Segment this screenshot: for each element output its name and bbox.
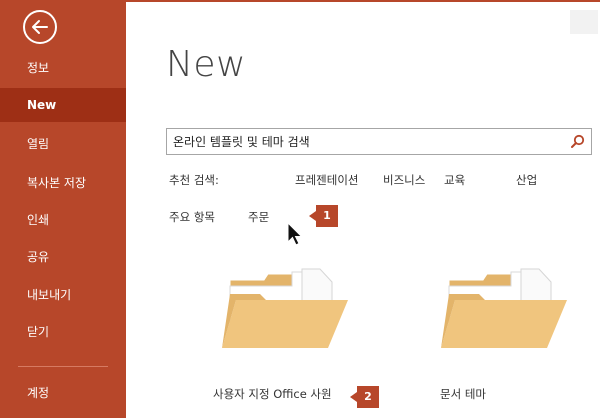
nav-close[interactable]: 닫기 <box>0 315 126 349</box>
backstage-sidebar: 정보 New 열림 복사본 저장 인쇄 공유 내보내기 닫기 계정 <box>0 0 126 418</box>
nav-share[interactable]: 공유 <box>0 240 126 274</box>
search-input[interactable] <box>173 131 563 152</box>
document-themes-label[interactable]: 문서 테마 <box>440 386 486 402</box>
nav-account[interactable]: 계정 <box>0 376 126 410</box>
document-themes-tile[interactable] <box>433 262 583 357</box>
folder-icon <box>222 268 348 348</box>
nav-open[interactable]: 열림 <box>0 127 126 161</box>
tab-featured[interactable]: 주요 항목 <box>169 209 215 225</box>
callout-badge-2: 2 <box>350 386 379 408</box>
search-icon[interactable] <box>570 134 585 149</box>
custom-office-templates-tile[interactable] <box>210 262 360 357</box>
suggested-industry-link[interactable]: 산업 <box>516 172 537 188</box>
back-arrow-icon <box>32 20 48 34</box>
callout-number: 2 <box>364 390 372 403</box>
top-accent-line <box>126 0 600 2</box>
window-control-area <box>570 10 598 34</box>
nav-save-copy[interactable]: 복사본 저장 <box>0 166 126 200</box>
callout-badge-1: 1 <box>309 205 338 227</box>
template-search-box[interactable] <box>166 128 592 155</box>
nav-info[interactable]: 정보 <box>0 51 126 85</box>
back-button[interactable] <box>23 10 57 44</box>
page-title: New <box>166 44 247 85</box>
nav-new[interactable]: New <box>0 88 126 122</box>
callout-number: 1 <box>323 209 331 222</box>
suggested-business-link[interactable]: 비즈니스 <box>383 172 425 188</box>
suggested-searches-label: 추천 검색: <box>169 173 219 187</box>
suggested-education-link[interactable]: 교육 <box>444 172 465 188</box>
nav-divider <box>18 366 108 367</box>
custom-office-templates-label[interactable]: 사용자 지정 Office 사원 <box>213 386 332 402</box>
suggested-presentations-link[interactable]: 프레젠테이션 <box>295 172 358 188</box>
nav-print[interactable]: 인쇄 <box>0 203 126 237</box>
folder-icon <box>441 268 567 348</box>
nav-export[interactable]: 내보내기 <box>0 278 126 312</box>
callout-pointer <box>350 392 357 402</box>
callout-pointer <box>309 211 316 221</box>
mouse-pointer-icon <box>287 222 303 246</box>
tab-custom[interactable]: 주문 <box>248 209 269 225</box>
